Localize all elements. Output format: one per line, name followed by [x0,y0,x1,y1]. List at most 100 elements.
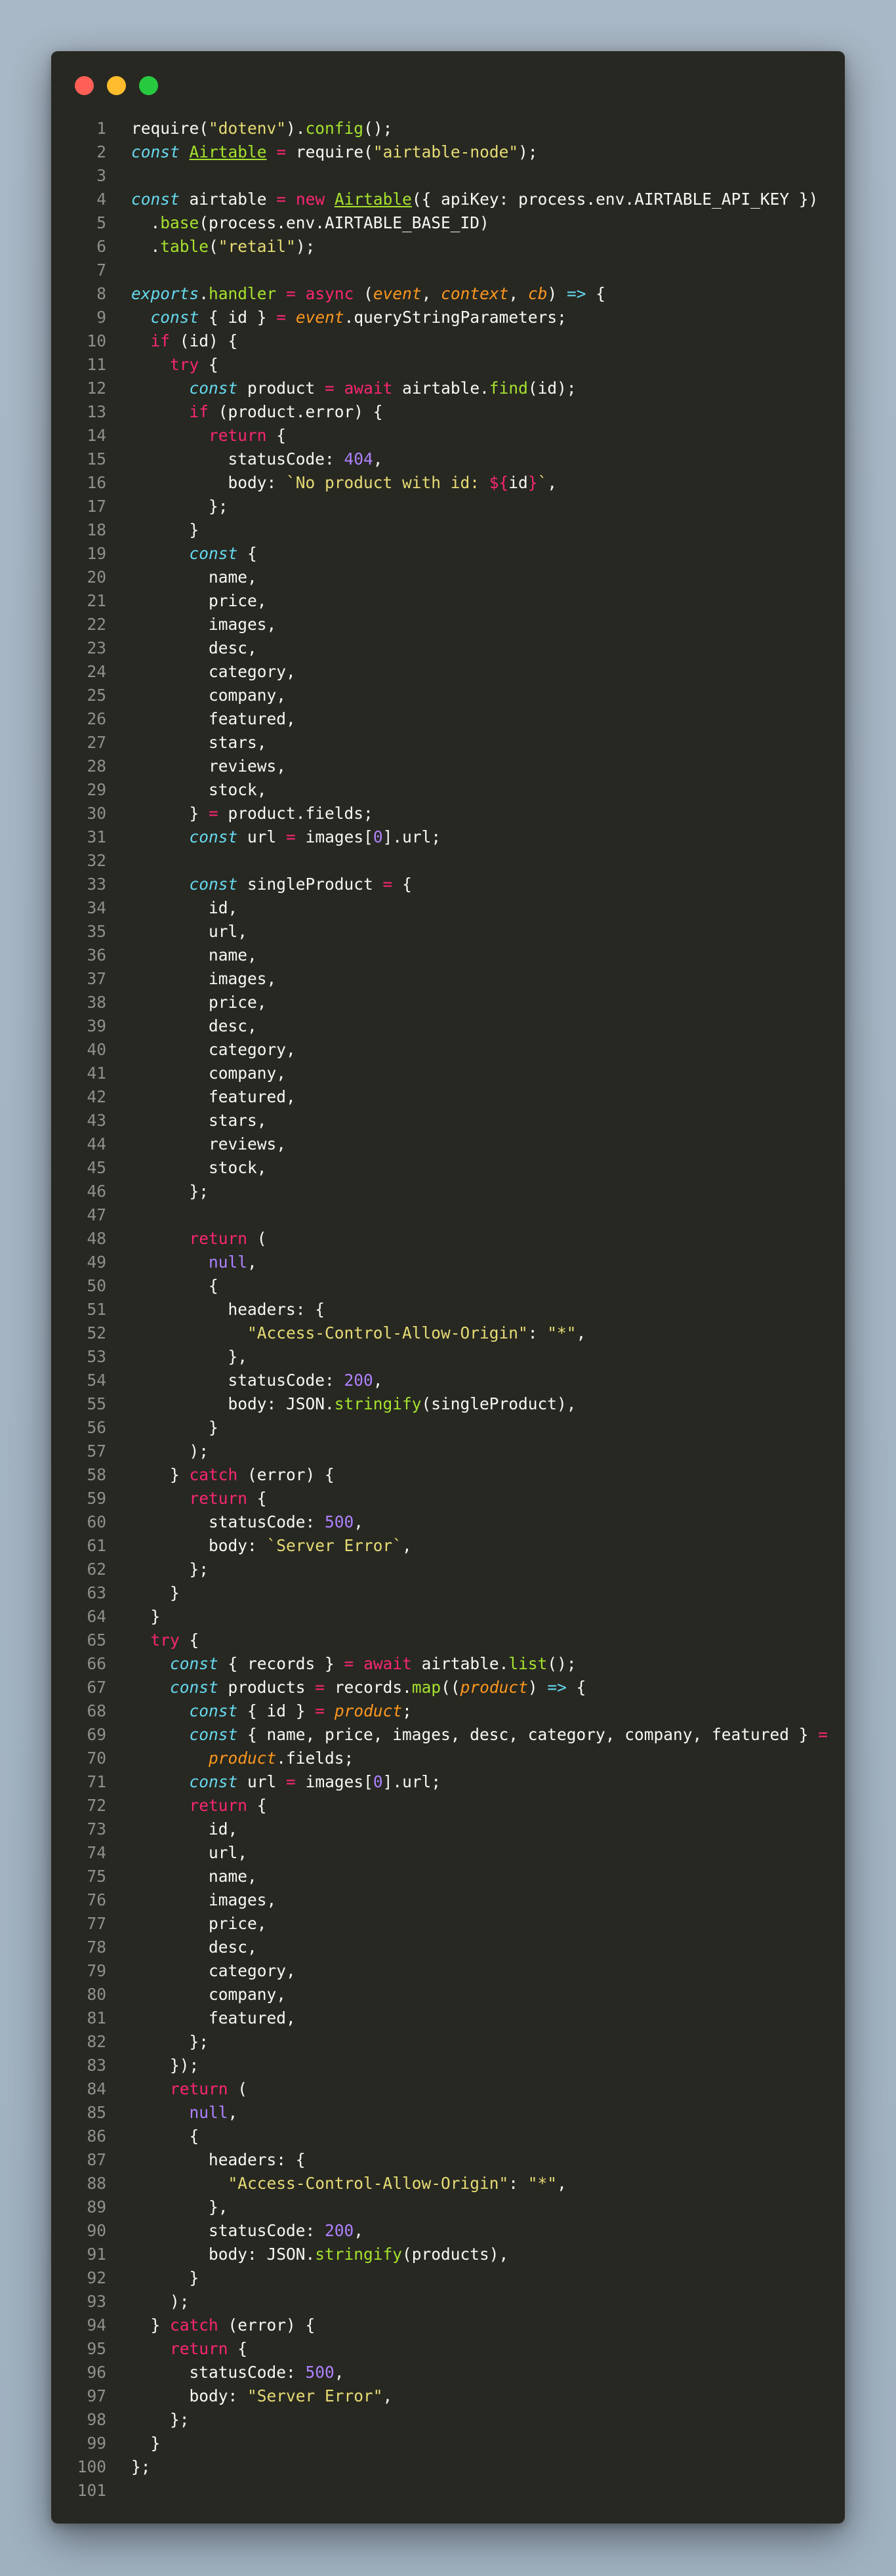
line-code: exports.handler = async (event, context,… [131,284,605,303]
line-code: statusCode: 404, [131,449,383,468]
code-line: 65 try { [51,1629,845,1652]
line-code: body: JSON.stringify(singleProduct), [131,1394,577,1413]
line-number: 51 [87,1300,106,1319]
code-line: 100}; [51,2455,845,2479]
line-number: 6 [96,237,106,256]
line-number: 32 [87,851,106,870]
code-line: 25 company, [51,684,845,707]
line-number: 101 [77,2481,106,2500]
line-code: body: "Server Error", [131,2386,393,2405]
code-line: 64 } [51,1605,845,1629]
code-line: 32 [51,849,845,873]
line-number: 80 [87,1985,106,2004]
code-line: 9 const { id } = event.queryStringParame… [51,306,845,329]
line-code: category, [131,1040,296,1059]
code-line: 13 if (product.error) { [51,400,845,424]
code-line: 30 } = product.fields; [51,802,845,825]
line-code: }; [131,1560,209,1579]
line-number: 93 [87,2292,106,2311]
line-number: 26 [87,709,106,728]
line-code: }; [131,2410,190,2429]
line-code: statusCode: 200, [131,1371,383,1390]
line-number: 94 [87,2316,106,2335]
line-number: 77 [87,1914,106,1933]
line-code: if (product.error) { [189,402,383,421]
line-number: 24 [87,662,106,681]
line-code: ); [131,1442,209,1461]
line-code: const { records } = await airtable.list(… [170,1654,577,1673]
code-line: 18 } [51,518,845,542]
code-line: 27 stars, [51,731,845,755]
code-line: 29 stock, [51,778,845,802]
code-line: 75 name, [51,1865,845,1888]
line-code: } [131,1607,161,1626]
code-line: 22 images, [51,613,845,636]
code-line: 66 const { records } = await airtable.li… [51,1652,845,1676]
code-line: 23 desc, [51,636,845,660]
minimize-dot-icon[interactable] [107,76,126,95]
code-line: 17 }; [51,495,845,518]
line-number: 76 [87,1890,106,1909]
line-code: return { [209,426,287,445]
line-code: try { [170,355,218,374]
line-code: } [131,2268,199,2287]
line-code: company, [131,1985,287,2004]
window-controls [75,76,158,96]
code-line: 90 statusCode: 200, [51,2219,845,2243]
line-number: 46 [87,1182,106,1201]
code-line: 93 ); [51,2290,845,2314]
line-number: 19 [87,544,106,563]
code-line: 34 id, [51,896,845,920]
line-number: 74 [87,1843,106,1862]
code-line: 67 const products = records.map((product… [51,1676,845,1699]
line-code: }, [131,1347,248,1366]
line-number: 35 [87,922,106,941]
code-line: 54 statusCode: 200, [51,1369,845,1392]
line-number: 15 [87,449,106,468]
line-code: null, [209,1253,257,1272]
code-line: 73 id, [51,1818,845,1841]
line-code: price, [131,591,267,610]
code-line: 69 const { name, price, images, desc, ca… [51,1723,845,1747]
code-line: 68 const { id } = product; [51,1699,845,1723]
code-line: 101 [51,2479,845,2503]
line-number: 97 [87,2386,106,2405]
line-code: }; [131,1182,209,1201]
line-number: 23 [87,638,106,657]
line-number: 36 [87,945,106,965]
line-code: if (id) { [150,331,238,350]
code-line: 57 ); [51,1440,845,1463]
code-line: 72 return { [51,1794,845,1818]
line-code: headers: { [131,1300,325,1319]
code-line: 43 stars, [51,1109,845,1132]
close-dot-icon[interactable] [75,76,94,95]
code-line: 97 body: "Server Error", [51,2384,845,2408]
line-number: 34 [87,898,106,917]
maximize-dot-icon[interactable] [139,76,158,95]
line-number: 73 [87,1819,106,1839]
line-code: reviews, [131,1134,287,1153]
code-line: 46 }; [51,1180,845,1203]
code-line: 49 null, [51,1251,845,1274]
line-number: 30 [87,804,106,823]
line-code: const { [189,544,257,563]
line-number: 81 [87,2008,106,2027]
line-number: 71 [87,1772,106,1791]
line-number: 25 [87,686,106,705]
code-line: 76 images, [51,1888,845,1912]
line-code: const { name, price, images, desc, categ… [189,1725,828,1744]
code-line: 70 product.fields; [51,1747,845,1770]
line-code: featured, [131,709,296,728]
line-code: return { [170,2339,248,2358]
line-number: 45 [87,1158,106,1177]
line-number: 88 [87,2174,106,2193]
line-number: 43 [87,1111,106,1130]
line-number: 62 [87,1560,106,1579]
line-number: 99 [87,2434,106,2453]
code-line: 84 return ( [51,2077,845,2101]
line-code: .base(process.env.AIRTABLE_BASE_ID) [131,213,489,232]
line-number: 95 [87,2339,106,2358]
line-code: require("dotenv").config(); [131,119,393,138]
